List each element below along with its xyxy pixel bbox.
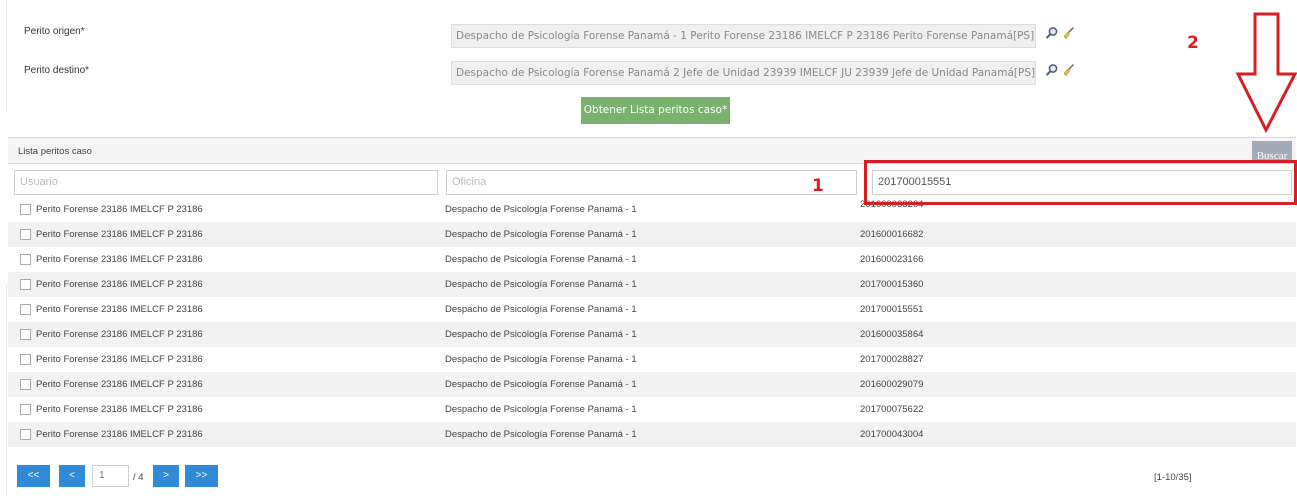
- office-filter-input[interactable]: Oficina: [446, 170, 857, 195]
- case-cell: 201700075622: [860, 404, 924, 415]
- user-cell: Perito Forense 23186 IMELCF P 23186: [36, 354, 203, 365]
- annotation-box-case-filter: [864, 160, 1297, 205]
- search-icon[interactable]: [1045, 63, 1059, 77]
- office-cell: Despacho de Psicología Forense Panamá - …: [445, 304, 637, 315]
- page-number-input[interactable]: 1: [92, 465, 129, 487]
- last-page-button[interactable]: >>: [185, 465, 218, 487]
- row-checkbox[interactable]: [20, 254, 31, 265]
- case-cell: 201700043004: [860, 429, 924, 440]
- annotation-arrow-down-icon: [1235, 12, 1297, 134]
- office-cell: Despacho de Psicología Forense Panamá - …: [445, 254, 637, 265]
- origin-field[interactable]: Despacho de Psicología Forense Panamá - …: [451, 24, 1036, 48]
- first-page-button[interactable]: <<: [17, 465, 50, 487]
- broom-icon[interactable]: [1061, 26, 1075, 40]
- row-checkbox[interactable]: [20, 204, 31, 215]
- office-cell: Despacho de Psicología Forense Panamá - …: [445, 429, 637, 440]
- user-filter-input[interactable]: Usuario: [14, 170, 438, 195]
- left-border-lower: [6, 285, 7, 496]
- prev-page-button[interactable]: <: [59, 465, 85, 487]
- user-cell: Perito Forense 23186 IMELCF P 23186: [36, 329, 203, 340]
- dest-label: Perito destino*: [24, 65, 90, 76]
- row-checkbox[interactable]: [20, 404, 31, 415]
- case-cell: 201700015551: [860, 304, 924, 315]
- row-checkbox[interactable]: [20, 279, 31, 290]
- office-cell: Despacho de Psicología Forense Panamá - …: [445, 379, 637, 390]
- table-row[interactable]: Perito Forense 23186 IMELCF P 23186 Despa…: [8, 372, 1296, 397]
- next-page-button[interactable]: >: [153, 465, 179, 487]
- row-checkbox[interactable]: [20, 379, 31, 390]
- table-row[interactable]: Perito Forense 23186 IMELCF P 23186 Despa…: [8, 297, 1296, 322]
- user-cell: Perito Forense 23186 IMELCF P 23186: [36, 404, 203, 415]
- user-cell: Perito Forense 23186 IMELCF P 23186: [36, 379, 203, 390]
- row-checkbox[interactable]: [20, 304, 31, 315]
- search-icon[interactable]: [1045, 26, 1059, 40]
- origin-field-actions: [1045, 26, 1075, 40]
- case-cell: 201600023166: [860, 254, 924, 265]
- table-row[interactable]: Perito Forense 23186 IMELCF P 23186 Despa…: [8, 397, 1296, 422]
- office-cell: Despacho de Psicología Forense Panamá - …: [445, 229, 637, 240]
- office-cell: Despacho de Psicología Forense Panamá - …: [445, 329, 637, 340]
- table-row[interactable]: Perito Forense 23186 IMELCF P 23186 Despa…: [8, 322, 1296, 347]
- dest-field[interactable]: Despacho de Psicología Forense Panamá 2 …: [451, 61, 1036, 85]
- user-cell: Perito Forense 23186 IMELCF P 23186: [36, 279, 203, 290]
- experts-table: Perito Forense 23186 IMELCF P 23186 Despa…: [8, 197, 1296, 447]
- row-checkbox[interactable]: [20, 329, 31, 340]
- table-row[interactable]: Perito Forense 23186 IMELCF P 23186 Despa…: [8, 347, 1296, 372]
- origin-label: Perito origen*: [24, 26, 85, 37]
- user-cell: Perito Forense 23186 IMELCF P 23186: [36, 429, 203, 440]
- case-cell: 201600016682: [860, 229, 924, 240]
- case-cell: 201600029079: [860, 379, 924, 390]
- office-cell: Despacho de Psicología Forense Panamá - …: [445, 354, 637, 365]
- broom-icon[interactable]: [1061, 63, 1075, 77]
- page-total: / 4: [133, 472, 144, 483]
- result-range: [1-10/35]: [1154, 472, 1192, 483]
- table-row[interactable]: Perito Forense 23186 IMELCF P 23186 Despa…: [8, 247, 1296, 272]
- left-border: [6, 0, 7, 110]
- office-cell: Despacho de Psicología Forense Panamá - …: [445, 279, 637, 290]
- office-cell: Despacho de Psicología Forense Panamá - …: [445, 404, 637, 415]
- table-row[interactable]: Perito Forense 23186 IMELCF P 23186 Despa…: [8, 422, 1296, 447]
- case-cell: 201600035864: [860, 329, 924, 340]
- table-row[interactable]: Perito Forense 23186 IMELCF P 23186 Despa…: [8, 272, 1296, 297]
- user-cell: Perito Forense 23186 IMELCF P 23186: [36, 204, 203, 215]
- user-cell: Perito Forense 23186 IMELCF P 23186: [36, 254, 203, 265]
- table-row[interactable]: Perito Forense 23186 IMELCF P 23186 Despa…: [8, 222, 1296, 247]
- annotation-label-1: 1: [812, 176, 824, 196]
- office-cell: Despacho de Psicología Forense Panamá - …: [445, 204, 637, 215]
- user-cell: Perito Forense 23186 IMELCF P 23186: [36, 229, 203, 240]
- annotation-label-2: 2: [1187, 33, 1199, 53]
- panel-title: Lista peritos caso: [18, 146, 92, 157]
- dest-field-actions: [1045, 63, 1075, 77]
- case-cell: 201700028827: [860, 354, 924, 365]
- row-checkbox[interactable]: [20, 354, 31, 365]
- row-checkbox[interactable]: [20, 429, 31, 440]
- case-cell: 201700015360: [860, 279, 924, 290]
- user-cell: Perito Forense 23186 IMELCF P 23186: [36, 304, 203, 315]
- row-checkbox[interactable]: [20, 229, 31, 240]
- obtain-list-button[interactable]: Obtener Lista peritos caso*: [581, 97, 730, 124]
